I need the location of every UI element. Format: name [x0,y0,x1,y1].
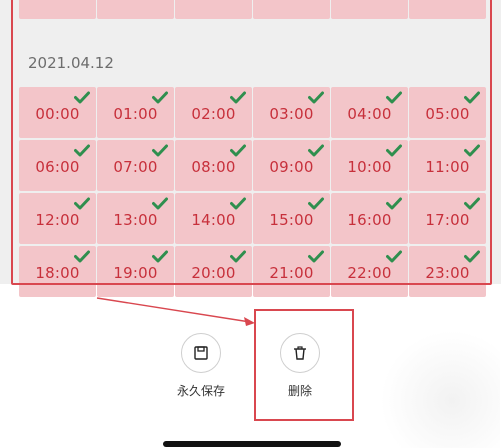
check-icon [230,91,246,104]
check-icon [386,91,402,104]
time-slot-label: 11:00 [425,158,470,176]
time-slot-label: 22:00 [347,264,392,282]
time-slot-cell[interactable]: 07:00 [97,140,174,191]
check-icon [308,91,324,104]
time-slot-label: 08:00 [191,158,236,176]
time-slot-label: 01:00 [113,105,158,123]
time-slot-cell-partial[interactable] [97,0,174,19]
time-slot-cell[interactable]: 02:00 [175,87,252,138]
time-slot-cell-partial[interactable] [409,0,486,19]
check-icon [308,197,324,210]
annotation-arrow [96,297,255,326]
time-slot-label: 06:00 [35,158,80,176]
time-slot-label: 13:00 [113,211,158,229]
blur-overlay [380,330,500,448]
time-slot-cell[interactable]: 14:00 [175,193,252,244]
time-slot-cell-partial[interactable] [19,0,96,19]
permanent-save-action[interactable]: 永久保存 [177,333,225,399]
time-slot-cell[interactable]: 22:00 [331,246,408,297]
time-slot-cell-partial[interactable] [253,0,330,19]
time-slot-cell[interactable]: 17:00 [409,193,486,244]
time-slot-cell[interactable]: 21:00 [253,246,330,297]
check-icon [152,250,168,263]
check-icon [464,144,480,157]
time-slot-cell[interactable]: 06:00 [19,140,96,191]
home-indicator [163,441,341,447]
check-icon [230,144,246,157]
time-slot-label: 12:00 [35,211,80,229]
check-icon [386,250,402,263]
time-slot-cell-partial[interactable] [175,0,252,19]
permanent-save-label: 永久保存 [177,384,226,398]
time-slot-label: 03:00 [269,105,314,123]
time-slot-label: 18:00 [35,264,80,282]
time-slot-label: 23:00 [425,264,470,282]
time-slot-cell[interactable]: 18:00 [19,246,96,297]
time-slot-cell[interactable]: 23:00 [409,246,486,297]
time-slot-cell[interactable]: 03:00 [253,87,330,138]
check-icon [74,144,90,157]
check-icon [308,250,324,263]
time-slot-label: 02:00 [191,105,236,123]
time-slot-label: 05:00 [425,105,470,123]
time-slot-label: 09:00 [269,158,314,176]
time-slot-label: 20:00 [191,264,236,282]
check-icon [230,197,246,210]
check-icon [386,144,402,157]
date-label: 2021.04.12 [28,54,114,72]
time-slot-cell[interactable]: 12:00 [19,193,96,244]
check-icon [74,91,90,104]
time-slot-cell[interactable]: 20:00 [175,246,252,297]
time-slot-label: 21:00 [269,264,314,282]
time-slot-cell[interactable]: 04:00 [331,87,408,138]
time-slot-cell[interactable]: 01:00 [97,87,174,138]
check-icon [230,250,246,263]
check-icon [152,144,168,157]
save-icon[interactable] [181,333,221,373]
time-slot-cell[interactable]: 09:00 [253,140,330,191]
time-slot-cell-partial[interactable] [331,0,408,19]
time-slot-label: 15:00 [269,211,314,229]
time-slot-cell[interactable]: 16:00 [331,193,408,244]
time-slot-cell[interactable]: 13:00 [97,193,174,244]
check-icon [386,197,402,210]
time-slot-label: 10:00 [347,158,392,176]
time-slot-cell[interactable]: 15:00 [253,193,330,244]
check-icon [152,197,168,210]
check-icon [464,197,480,210]
check-icon [74,197,90,210]
time-slot-cell[interactable]: 10:00 [331,140,408,191]
time-slot-panel: 2021.04.12 00:00 01:00 02:00 03:00 04:00 05:0… [0,0,501,297]
time-slot-cell[interactable]: 19:00 [97,246,174,297]
time-slot-label: 00:00 [35,105,80,123]
check-icon [464,91,480,104]
annotation-highlight-box [254,309,354,421]
time-slot-label: 04:00 [347,105,392,123]
time-slot-cell[interactable]: 00:00 [19,87,96,138]
time-slot-label: 14:00 [191,211,236,229]
time-slot-cell[interactable]: 08:00 [175,140,252,191]
time-slot-label: 17:00 [425,211,470,229]
check-icon [308,144,324,157]
check-icon [152,91,168,104]
check-icon [74,250,90,263]
time-slot-label: 19:00 [113,264,158,282]
time-slot-label: 16:00 [347,211,392,229]
time-slot-label: 07:00 [113,158,158,176]
time-slot-cell[interactable]: 11:00 [409,140,486,191]
time-slot-cell[interactable]: 05:00 [409,87,486,138]
check-icon [464,250,480,263]
